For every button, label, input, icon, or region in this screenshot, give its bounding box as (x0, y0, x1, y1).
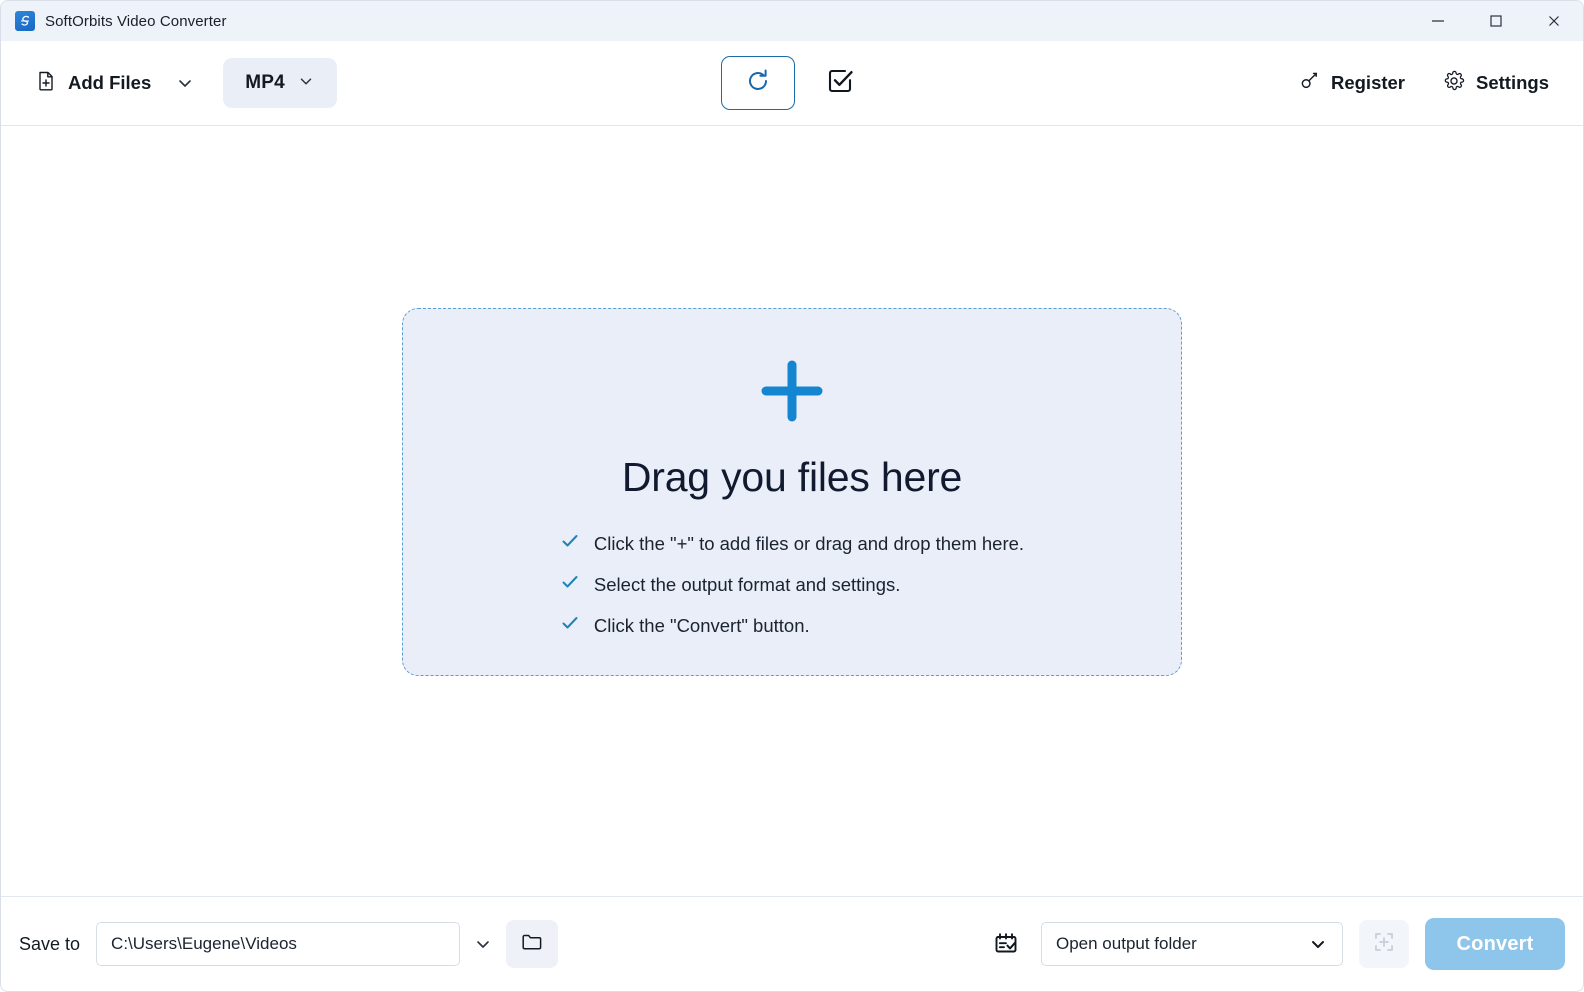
window-title: SoftOrbits Video Converter (45, 12, 227, 30)
save-to-label: Save to (19, 933, 81, 954)
add-files-button[interactable]: Add Files (23, 62, 163, 105)
list-item: Click the "Convert" button. (560, 613, 1024, 638)
check-icon (560, 572, 580, 597)
output-format-label: MP4 (245, 72, 285, 93)
output-path-input[interactable]: C:\Users\Eugene\Videos (96, 922, 461, 966)
file-dropzone[interactable]: Drag you files here Click the "+" to add… (402, 308, 1182, 676)
instruction-text: Select the output format and settings. (593, 573, 901, 595)
bottom-bar: Save to C:\Users\Eugene\Videos Open outp… (1, 896, 1583, 991)
toolbar-left-group: Add Files MP4 (23, 58, 337, 108)
settings-label: Settings (1476, 72, 1549, 93)
window-controls (1409, 1, 1583, 41)
chevron-down-icon (1308, 934, 1328, 954)
post-conversion-action-value: Open output folder (1056, 934, 1197, 953)
register-button[interactable]: Register (1287, 62, 1417, 104)
select-all-button[interactable] (817, 60, 863, 106)
dropzone-title: Drag you files here (621, 454, 963, 500)
convert-button[interactable]: Convert (1425, 918, 1565, 970)
instruction-text: Click the "Convert" button. (593, 614, 810, 636)
toolbar-right-group: Register Settings (1287, 62, 1561, 105)
title-bar: SoftOrbits Video Converter (1, 1, 1583, 41)
app-window: SoftOrbits Video Converter Add Files MP4… (0, 0, 1584, 992)
list-item: Select the output format and settings. (560, 572, 1024, 597)
maximize-button[interactable] (1467, 1, 1525, 41)
minimize-button[interactable] (1409, 1, 1467, 41)
file-plus-icon (35, 70, 57, 97)
post-conversion-action-select[interactable]: Open output folder (1041, 922, 1343, 966)
calendar-check-icon[interactable] (985, 923, 1027, 965)
gear-icon (1443, 70, 1465, 97)
dropzone-instructions: Click the "+" to add files or drag and d… (560, 531, 1024, 638)
app-logo-icon (15, 11, 35, 31)
bottom-bar-right-group: Open output folder Convert (985, 918, 1565, 970)
main-toolbar: Add Files MP4 Register Settings (1, 41, 1583, 126)
check-icon (560, 613, 580, 638)
output-path-dropdown-button[interactable] (460, 922, 506, 966)
settings-button[interactable]: Settings (1431, 62, 1561, 105)
output-path-value: C:\Users\Eugene\Videos (111, 934, 297, 953)
plus-icon[interactable] (754, 353, 830, 434)
browse-folder-button[interactable] (506, 920, 559, 968)
convert-label: Convert (1456, 932, 1534, 955)
merge-files-button[interactable] (1359, 920, 1409, 968)
check-icon (560, 531, 580, 556)
merge-files-icon (1373, 931, 1395, 958)
checkbox-checked-icon (825, 66, 855, 101)
add-files-label: Add Files (68, 72, 152, 93)
list-item: Click the "+" to add files or drag and d… (560, 531, 1024, 556)
output-format-button[interactable]: MP4 (223, 58, 337, 108)
add-files-dropdown-button[interactable] (163, 63, 207, 103)
register-label: Register (1330, 72, 1406, 93)
chevron-down-icon (297, 72, 315, 95)
key-icon (1299, 70, 1320, 96)
refresh-button[interactable] (721, 56, 795, 110)
main-content: Drag you files here Click the "+" to add… (1, 126, 1583, 896)
folder-icon (520, 930, 544, 959)
refresh-icon (743, 66, 773, 101)
instruction-text: Click the "+" to add files or drag and d… (593, 532, 1025, 554)
close-button[interactable] (1525, 1, 1583, 41)
